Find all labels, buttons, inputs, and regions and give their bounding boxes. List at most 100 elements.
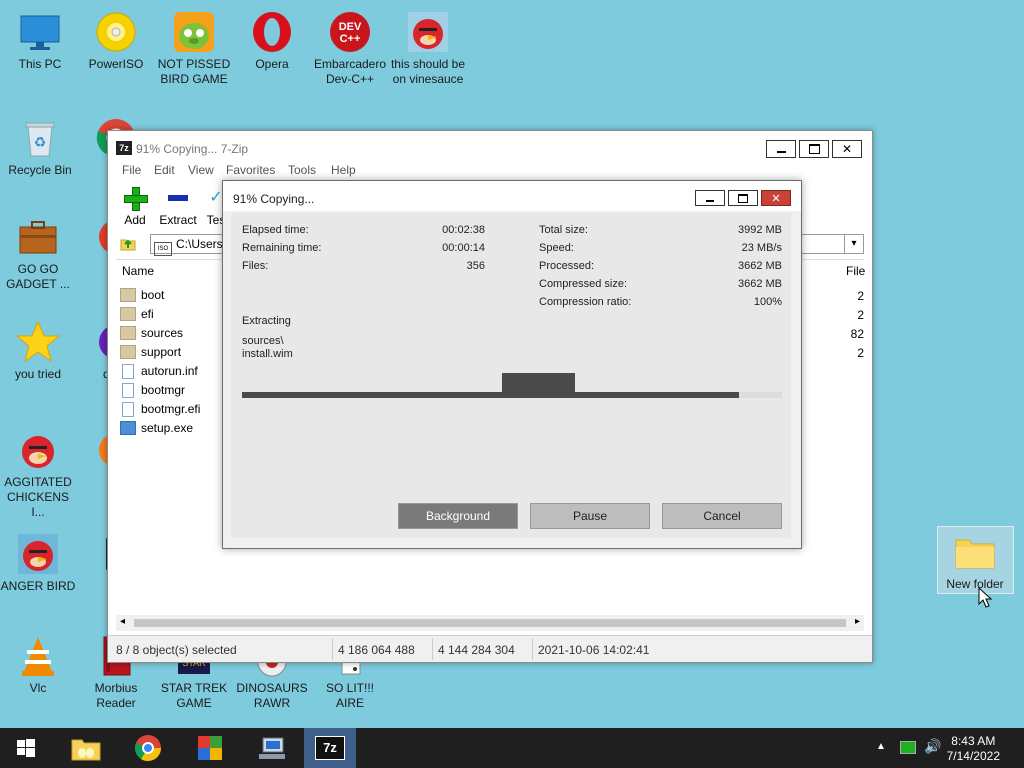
cancel-button[interactable]: Cancel (662, 503, 782, 529)
list-item[interactable]: bootmgr.efi (120, 400, 200, 418)
desktop-icon-label: Recycle Bin (8, 163, 72, 177)
desktop-icon-go-go-gadget[interactable]: GO GO GADGET ... (0, 215, 76, 292)
window-title: 91% Copying... 7-Zip (136, 142, 249, 156)
scroll-right-icon[interactable]: ▸ (855, 616, 860, 627)
ratio-value: 100% (753, 296, 782, 308)
star-icon (16, 320, 60, 364)
desktop-icon-label: STAR TREK GAME (160, 681, 228, 710)
status-modified: 2021-10-06 14:02:41 (538, 643, 650, 657)
file-icon (122, 382, 134, 398)
column-header-name[interactable]: Name (122, 264, 154, 278)
devcpp-icon: DEV C++ (328, 10, 372, 54)
desktop-icon-aggitated-chickens[interactable]: AGGITATED CHICKENS I... (0, 428, 76, 520)
tray-volume-icon[interactable]: 🔊 (924, 738, 941, 755)
background-button[interactable]: Background (398, 503, 518, 529)
taskbar-clock[interactable]: 8:43 AM 7/14/2022 (947, 734, 1000, 764)
desktop-icon-this-pc[interactable]: This PC (2, 10, 78, 72)
minimize-button[interactable] (766, 140, 796, 158)
desktop-icon-recycle-bin[interactable]: ♻ Recycle Bin (2, 116, 78, 178)
dialog-minimize-button[interactable] (695, 190, 725, 206)
tray-overflow-icon[interactable]: ▲ (876, 741, 886, 752)
menu-favorites[interactable]: Favorites (226, 163, 275, 177)
bird-game-icon (172, 10, 216, 54)
desktop-icon-label: Vlc (29, 681, 47, 695)
computer-network-icon (259, 737, 285, 759)
up-folder-icon[interactable] (120, 235, 136, 251)
desktop-icon-label: This PC (18, 57, 62, 71)
desktop-icon-label: GO GO GADGET ... (6, 262, 70, 291)
desktop-icon-you-tried[interactable]: you tried (0, 320, 76, 382)
remaining-value: 00:00:14 (442, 242, 485, 254)
dialog-titlebar[interactable]: 91% Copying... ✕ (223, 181, 801, 211)
minus-icon (168, 195, 188, 201)
list-item[interactable]: boot (120, 286, 164, 304)
menu-file[interactable]: File (122, 163, 141, 177)
close-button[interactable]: ✕ (832, 140, 862, 158)
desktop-icon-label: AGGITATED CHICKENS I... (4, 475, 72, 519)
ratio-label: Compression ratio: (539, 296, 632, 308)
column-header-file[interactable]: File (846, 264, 865, 278)
angry-bird-icon (16, 428, 60, 472)
pause-button[interactable]: Pause (530, 503, 650, 529)
dialog-close-button[interactable]: ✕ (761, 190, 791, 206)
taskbar-office[interactable] (184, 728, 236, 768)
desktop-icon-anger-bird[interactable]: ANGER BIRD (0, 532, 76, 594)
current-path: sources\ (242, 335, 284, 347)
desktop-icon-label: NOT PISSED BIRD GAME (157, 57, 231, 86)
add-button[interactable]: Add (120, 187, 150, 227)
desktop-icon-vinesauce[interactable]: this should be on vinesauce (390, 10, 466, 87)
scrollbar-thumb[interactable] (134, 619, 846, 627)
menu-view[interactable]: View (188, 163, 214, 177)
taskbar-explorer[interactable] (60, 728, 112, 768)
desktop-icon-vlc[interactable]: Vlc (0, 634, 76, 696)
file-name: bootmgr (141, 383, 186, 397)
tray-battery-icon[interactable] (900, 741, 916, 754)
close-icon: ✕ (841, 142, 853, 156)
horizontal-scrollbar[interactable]: ◂ ▸ (116, 615, 864, 631)
taskbar-7zip[interactable]: 7z (304, 728, 356, 768)
briefcase-icon (16, 215, 60, 259)
list-item[interactable]: support (120, 343, 181, 361)
list-item[interactable]: bootmgr (120, 381, 185, 399)
sevenzip-titlebar[interactable]: 7z 91% Copying... 7-Zip ✕ (108, 131, 872, 165)
list-item[interactable]: sources (120, 324, 183, 342)
desktop-icon-poweriso[interactable]: PowerISO (78, 10, 154, 72)
file-name: autorun.inf (141, 364, 198, 378)
status-selected: 8 / 8 object(s) selected (116, 643, 237, 657)
dialog-maximize-button[interactable] (728, 190, 758, 206)
menu-tools[interactable]: Tools (288, 163, 316, 177)
maximize-icon (738, 193, 748, 203)
chevron-down-icon: ▾ (851, 238, 857, 249)
taskbar-chrome[interactable] (122, 728, 174, 768)
compressed-value: 3662 MB (737, 278, 782, 290)
start-button[interactable] (0, 728, 52, 768)
desktop-icon-label: Morbius Reader (94, 681, 138, 710)
list-item[interactable]: autorun.inf (120, 362, 198, 380)
desktop-icon-opera[interactable]: Opera (234, 10, 310, 72)
file-icon (122, 363, 134, 379)
desktop-icon-new-folder[interactable]: New folder (937, 530, 1013, 592)
copy-progress-dialog[interactable]: 91% Copying... ✕ Elapsed time: 00:02:38 … (222, 180, 802, 549)
address-text: C:\Users\ (176, 237, 227, 251)
windows-logo-icon (17, 739, 35, 757)
address-dropdown-button[interactable]: ▾ (844, 234, 864, 254)
total-size-value: 3992 MB (737, 224, 782, 236)
menu-help[interactable]: Help (331, 163, 356, 177)
taskbar-network-app[interactable] (246, 728, 298, 768)
compressed-label: Compressed size: (539, 278, 628, 290)
list-item[interactable]: efi (120, 305, 154, 323)
desktop-icon-not-pissed-bird[interactable]: NOT PISSED BIRD GAME (156, 10, 232, 87)
maximize-button[interactable] (799, 140, 829, 158)
desktop-icon-devcpp[interactable]: DEV C++ Embarcadero Dev-C++ (312, 10, 388, 87)
desktop-icon-label: DINOSAURS RAWR (236, 681, 308, 710)
extract-button[interactable]: Extract (156, 187, 200, 227)
list-item[interactable]: setup.exe (120, 419, 193, 437)
folder-icon (953, 530, 997, 574)
menu-edit[interactable]: Edit (154, 163, 175, 177)
desktop-icon-label: New folder (946, 577, 1004, 591)
opera-icon (250, 10, 294, 54)
total-size-label: Total size: (539, 224, 588, 236)
tooltip-block (502, 373, 575, 393)
scroll-left-icon[interactable]: ◂ (120, 616, 125, 627)
exe-icon (120, 421, 136, 435)
